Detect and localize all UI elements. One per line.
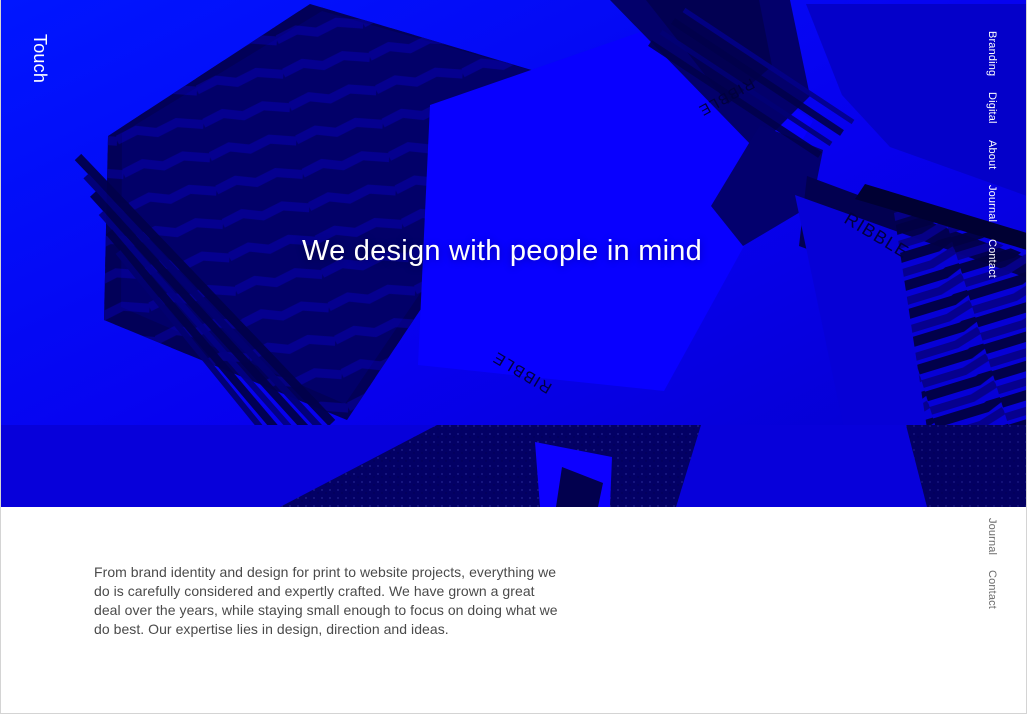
intro-paragraph: From brand identity and design for print…	[94, 564, 558, 637]
nav-link-about[interactable]: About	[984, 140, 1000, 170]
nav-link-contact[interactable]: Contact	[984, 239, 1000, 278]
brand-logo[interactable]: Touch	[26, 34, 54, 94]
primary-vertical-nav: Branding Digital About Journal Contact	[984, 31, 1000, 277]
intro-section: From brand identity and design for print…	[0, 507, 1027, 714]
nav-link-journal[interactable]: Journal	[984, 185, 1000, 222]
nav-link-digital[interactable]: Digital	[984, 92, 1000, 124]
secondary-nav-link-journal[interactable]: Journal	[984, 518, 1000, 555]
hero-headline: We design with people in mind	[302, 235, 703, 267]
secondary-vertical-nav: Journal Contact	[984, 518, 1000, 609]
hero-banner: RIBBLE RIBBLE RIBBLE Touch Branding Digi…	[0, 0, 1027, 507]
touch-homepage: RIBBLE RIBBLE RIBBLE Touch Branding Digi…	[0, 0, 1027, 714]
secondary-nav-link-contact[interactable]: Contact	[984, 570, 1000, 609]
nav-link-branding[interactable]: Branding	[984, 31, 1000, 76]
